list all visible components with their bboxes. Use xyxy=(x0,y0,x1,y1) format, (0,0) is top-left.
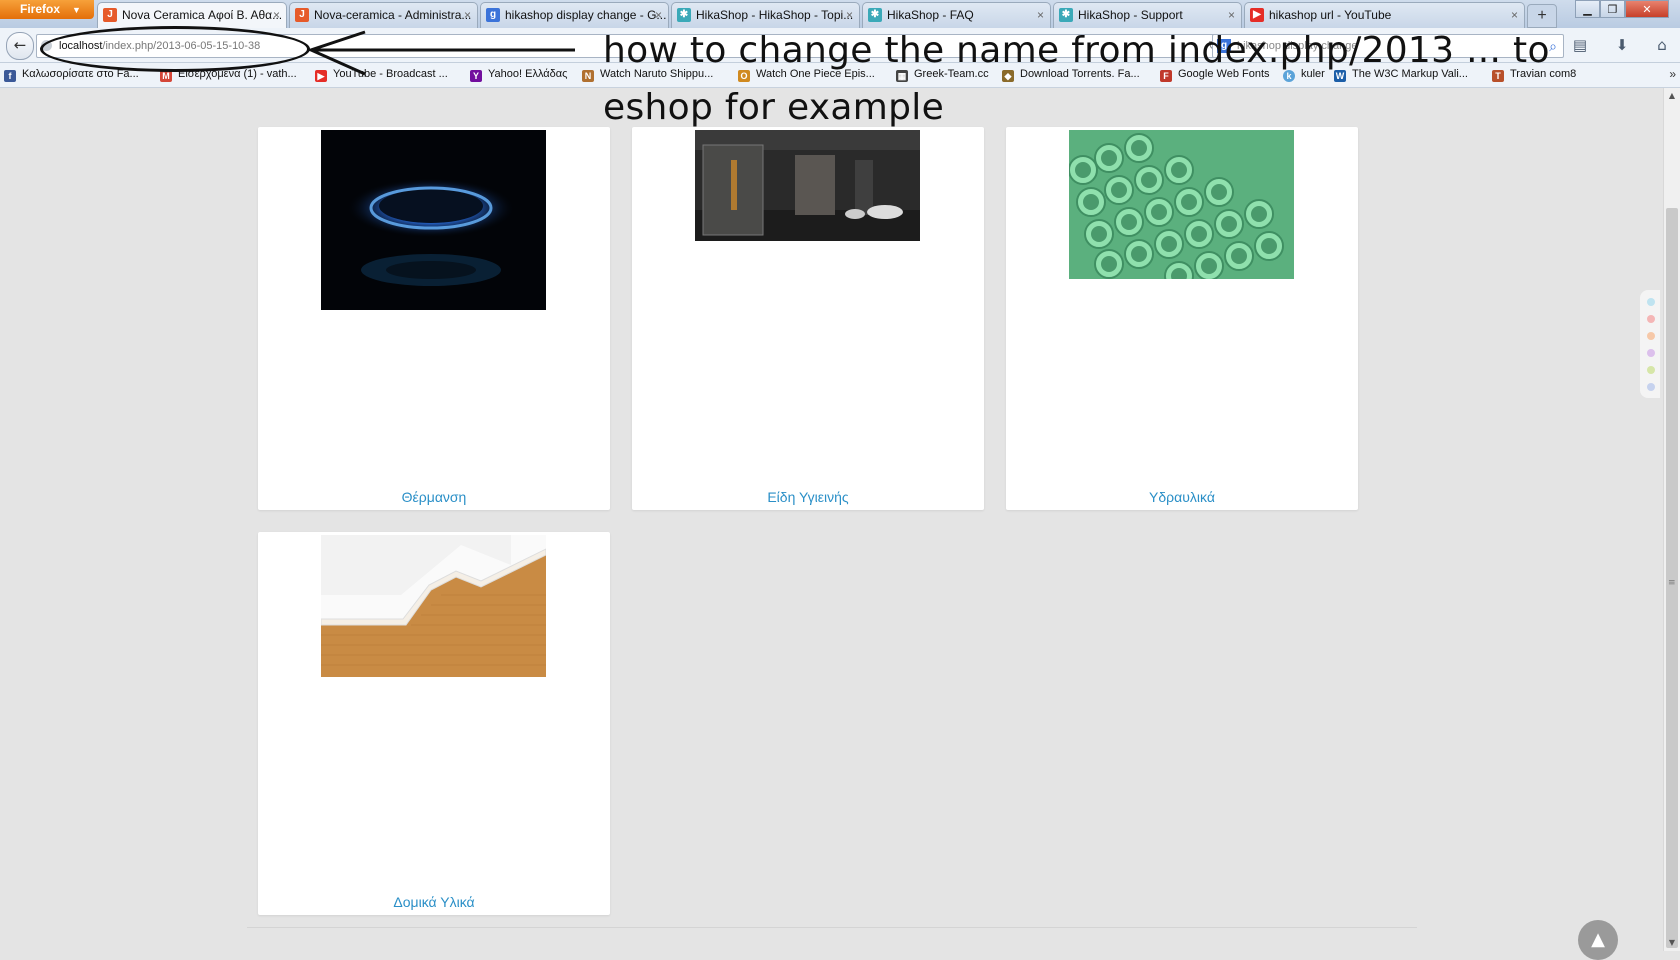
youtube-icon: ▶ xyxy=(1250,8,1264,22)
color-dot-icon[interactable] xyxy=(1647,349,1655,357)
chevron-down-icon: ▼ xyxy=(72,5,81,15)
color-dot-icon[interactable] xyxy=(1647,298,1655,306)
hikashop-icon: ✱ xyxy=(868,8,882,22)
back-arrow-icon[interactable]: ← xyxy=(6,32,34,60)
close-tab-icon[interactable]: × xyxy=(464,8,471,22)
close-tab-icon[interactable]: × xyxy=(655,8,662,22)
tab-title: HikaShop - HikaShop - Topi... xyxy=(696,8,854,22)
tab-title: HikaShop - FAQ xyxy=(887,8,974,22)
category-name[interactable]: Δομικά Υλικά xyxy=(258,894,610,910)
annotation-text: how to change the name from index.php/20… xyxy=(603,30,1550,128)
category-name[interactable]: Υδραυλικά xyxy=(1006,489,1358,505)
firefox-menu-button[interactable]: Firefox ▼ xyxy=(0,0,94,19)
color-dot-icon[interactable] xyxy=(1647,383,1655,391)
color-dot-icon[interactable] xyxy=(1647,315,1655,323)
scroll-up-icon[interactable]: ▲ xyxy=(1664,88,1680,104)
joomla-icon: J xyxy=(295,8,309,22)
firefox-menu-label: Firefox xyxy=(20,2,61,16)
tab-title: hikashop url - YouTube xyxy=(1269,8,1392,22)
tab-title: Nova Ceramica Αφοί Β. Αθα... xyxy=(122,8,283,22)
tab-title: hikashop display change - G... xyxy=(505,8,667,22)
scrollbar-grip-icon: ≡ xyxy=(1668,578,1676,588)
footer-divider xyxy=(247,927,1417,928)
scroll-to-top-icon[interactable]: ▲ xyxy=(1578,920,1618,960)
scroll-down-icon[interactable]: ▼ xyxy=(1664,935,1680,951)
hikashop-icon: ✱ xyxy=(677,8,691,22)
hikashop-icon: ✱ xyxy=(1059,8,1073,22)
close-window-icon[interactable]: ✕ xyxy=(1625,0,1669,18)
category-card[interactable]: Υδραυλικά xyxy=(1006,127,1358,510)
bookmark-item[interactable]: f Καλωσορίσατε στο Fa... xyxy=(4,68,139,82)
close-tab-icon[interactable]: × xyxy=(1228,8,1235,22)
close-tab-icon[interactable]: × xyxy=(273,8,280,22)
annotation-ellipse xyxy=(40,26,310,72)
category-card[interactable]: Είδη Υγιεινής xyxy=(632,127,984,510)
facebook-icon: f xyxy=(4,70,16,82)
close-tab-icon[interactable]: × xyxy=(846,8,853,22)
page-content: Θέρμανση Είδη Υγιεινής Υδραυλικά Δομικά … xyxy=(0,88,1663,960)
chevron-right-icon[interactable]: » xyxy=(1669,67,1676,81)
joomla-icon: J xyxy=(103,8,117,22)
side-color-widget[interactable] xyxy=(1640,290,1660,398)
category-card[interactable]: Θέρμανση xyxy=(258,127,610,510)
bathroom-image[interactable] xyxy=(695,130,920,245)
tab-title: Nova-ceramica - Administra... xyxy=(314,8,472,22)
green-pipes-image[interactable] xyxy=(1069,130,1294,283)
restore-icon[interactable]: ❐ xyxy=(1600,0,1625,18)
tab-2[interactable]: J Nova-ceramica - Administra... × xyxy=(289,2,478,28)
close-tab-icon[interactable]: × xyxy=(1037,8,1044,22)
close-tab-icon[interactable]: × xyxy=(1511,8,1518,22)
annotation-arrow-icon xyxy=(306,30,575,76)
category-name[interactable]: Θέρμανση xyxy=(258,489,610,505)
vertical-scrollbar[interactable]: ▲ ≡ ▼ xyxy=(1663,88,1680,951)
google-icon: g xyxy=(486,8,500,22)
tab-title: HikaShop - Support xyxy=(1078,8,1183,22)
minimize-icon[interactable]: ▁ xyxy=(1575,0,1600,18)
category-card[interactable]: Δομικά Υλικά xyxy=(258,532,610,915)
gas-burner-image[interactable] xyxy=(321,130,546,314)
category-name[interactable]: Είδη Υγιεινής xyxy=(632,489,984,505)
color-dot-icon[interactable] xyxy=(1647,332,1655,340)
brick-house-image[interactable] xyxy=(321,535,546,681)
color-dot-icon[interactable] xyxy=(1647,366,1655,374)
